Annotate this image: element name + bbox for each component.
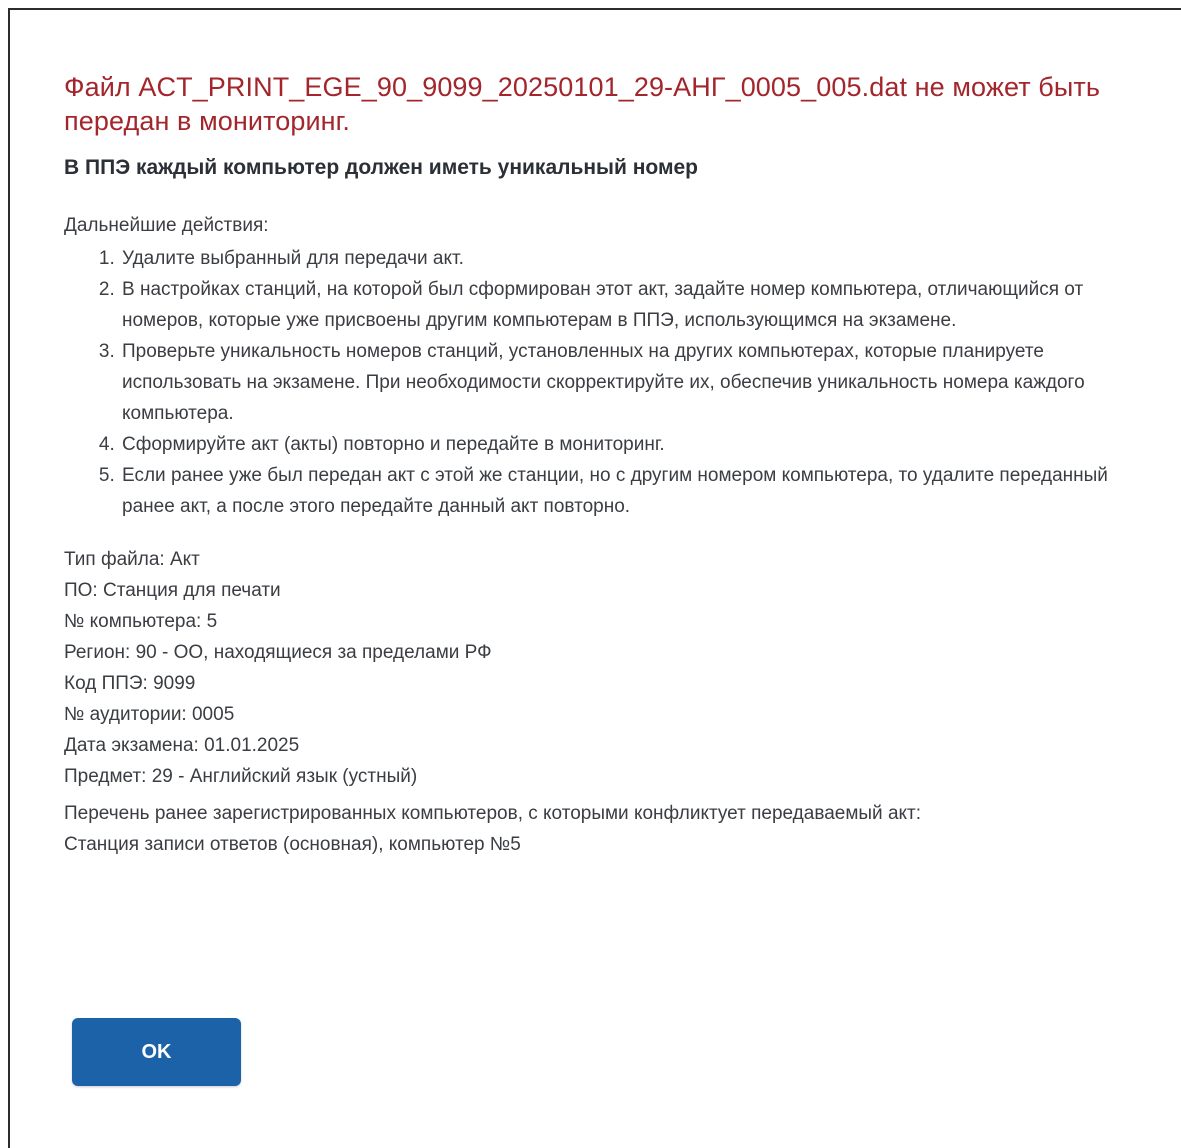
- next-steps-label: Дальнейшие действия:: [64, 215, 269, 236]
- ok-button[interactable]: OK: [72, 1018, 241, 1086]
- error-dialog: Файл ACT_PRINT_EGE_90_9099_20250101_29-А…: [8, 8, 1181, 1148]
- subject: Предмет: 29 - Английский язык (устный): [64, 766, 418, 787]
- step-item: В настройках станций, на которой был сфо…: [120, 274, 1144, 336]
- step-item: Удалите выбранный для передачи акт.: [120, 243, 1144, 274]
- software: ПО: Станция для печати: [64, 580, 281, 601]
- conflicts-section: Перечень ранее зарегистрированных компью…: [64, 798, 1144, 860]
- error-subtitle: В ППЭ каждый компьютер должен иметь уник…: [64, 156, 699, 179]
- dialog-content: Файл ACT_PRINT_EGE_90_9099_20250101_29-А…: [64, 70, 1144, 860]
- file-details: Тип файла: Акт ПО: Станция для печати № …: [64, 544, 1144, 792]
- conflicts-list: Станция записи ответов (основная), компь…: [64, 834, 521, 855]
- ppe-code: Код ППЭ: 9099: [64, 673, 196, 694]
- region: Регион: 90 - ОО, находящиеся за пределам…: [64, 642, 492, 663]
- error-title: Файл ACT_PRINT_EGE_90_9099_20250101_29-А…: [64, 72, 1101, 136]
- file-type: Тип файла: Акт: [64, 549, 200, 570]
- exam-date: Дата экзамена: 01.01.2025: [64, 735, 300, 756]
- step-item: Проверьте уникальность номеров станций, …: [120, 336, 1144, 429]
- auditorium-number: № аудитории: 0005: [64, 704, 235, 725]
- step-item: Сформируйте акт (акты) повторно и переда…: [120, 429, 1144, 460]
- conflicts-label: Перечень ранее зарегистрированных компью…: [64, 803, 922, 824]
- steps-list: Удалите выбранный для передачи акт. В на…: [64, 243, 1144, 522]
- computer-number: № компьютера: 5: [64, 611, 218, 632]
- step-item: Если ранее уже был передан акт с этой же…: [120, 460, 1144, 522]
